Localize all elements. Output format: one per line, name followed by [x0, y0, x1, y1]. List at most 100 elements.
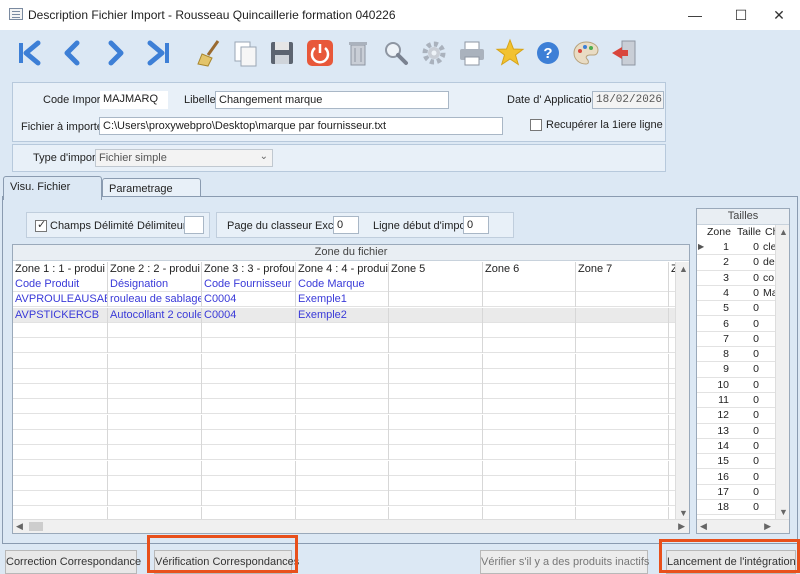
tailles-cell[interactable] [763, 439, 775, 454]
list-item[interactable]: 14 0 [697, 439, 775, 455]
ligne-debut-input[interactable]: 0 [463, 216, 489, 234]
table-cell[interactable] [389, 307, 483, 323]
last-icon[interactable] [142, 36, 174, 70]
grid-header-cell[interactable]: Zone 5 [389, 262, 483, 277]
grid-header-cell[interactable]: Zone 7 [576, 262, 669, 277]
verifier-produits-inactifs-button[interactable]: Vérifier s'il y a des produits inactifs [480, 550, 649, 574]
list-item[interactable]: 16 0 [697, 470, 775, 485]
table-cell[interactable] [108, 460, 202, 476]
table-cell[interactable] [202, 368, 296, 384]
tailles-cell[interactable]: co [763, 271, 775, 286]
table-cell[interactable]: Code Fournisseur (Fo [202, 277, 296, 292]
tailles-cell[interactable]: 16 [707, 470, 729, 485]
list-item[interactable]: 80 [697, 347, 775, 363]
table-row[interactable] [13, 353, 676, 369]
grid-vertical-scrollbar[interactable]: ▲ ▼ [675, 262, 689, 520]
tailles-cell[interactable]: cle [763, 240, 775, 255]
first-icon[interactable] [14, 36, 46, 70]
table-cell[interactable]: Exemple2 [296, 307, 389, 323]
next-icon[interactable] [100, 36, 132, 70]
table-cell[interactable] [13, 445, 108, 461]
tailles-cell[interactable]: 3 [707, 271, 729, 286]
previous-icon[interactable] [56, 36, 88, 70]
table-cell[interactable] [576, 414, 669, 430]
scroll-left-icon[interactable]: ◀ [700, 521, 707, 532]
table-cell[interactable] [13, 475, 108, 491]
scroll-left-icon[interactable]: ◀ [16, 521, 23, 532]
list-item[interactable]: 18 0 [697, 500, 775, 516]
tailles-cell[interactable] [763, 301, 775, 316]
table-row[interactable]: AVPROULEAUSABL rouleau de sablage C0004 Exe… [13, 292, 676, 308]
table-cell[interactable] [483, 322, 576, 338]
table-cell[interactable]: C0004 [202, 292, 296, 308]
tailles-grid[interactable]: Tailles Zone Taille Ch 10cle▶20de30co40M… [696, 208, 790, 534]
list-item[interactable]: 60 [697, 317, 775, 332]
tailles-horizontal-scrollbar[interactable]: ◀ ▶ [697, 519, 789, 533]
delimiteur-input[interactable] [184, 216, 204, 234]
grid-header-cell[interactable]: Zone 1 : 1 - produi [13, 262, 108, 277]
tailles-cell[interactable] [763, 393, 775, 408]
table-cell[interactable] [389, 475, 483, 491]
table-cell[interactable] [296, 338, 389, 354]
table-row[interactable] [13, 322, 676, 338]
table-cell[interactable] [483, 338, 576, 354]
tailles-header-cell[interactable]: Ch [765, 225, 775, 240]
table-cell[interactable] [202, 491, 296, 507]
table-cell[interactable] [202, 338, 296, 354]
table-cell[interactable] [13, 322, 108, 338]
list-item[interactable]: 17 0 [697, 485, 775, 501]
table-cell[interactable] [202, 384, 296, 400]
table-cell[interactable] [576, 353, 669, 369]
table-cell[interactable]: rouleau de sablage [108, 292, 202, 308]
tailles-cell[interactable]: 0 [733, 408, 759, 423]
tailles-cell[interactable]: 0 [733, 378, 759, 393]
tailles-cell[interactable] [763, 378, 775, 393]
table-cell[interactable] [389, 384, 483, 400]
table-cell[interactable] [483, 368, 576, 384]
table-cell[interactable] [389, 445, 483, 461]
table-cell[interactable] [389, 353, 483, 369]
table-cell[interactable] [296, 322, 389, 338]
table-cell[interactable] [576, 399, 669, 415]
close-button[interactable]: ✕ [756, 0, 800, 30]
tailles-cell[interactable]: 14 [707, 439, 729, 454]
table-cell[interactable] [202, 475, 296, 491]
tailles-cell[interactable]: 0 [733, 317, 759, 332]
grid-header-cell[interactable]: Zone 6 [483, 262, 576, 277]
table-cell[interactable] [296, 445, 389, 461]
table-cell[interactable] [202, 460, 296, 476]
tailles-cell[interactable]: 15 [707, 454, 729, 469]
table-cell[interactable] [13, 414, 108, 430]
table-cell[interactable] [483, 475, 576, 491]
grid-header-cell[interactable]: Zone 2 : 2 - produi [108, 262, 202, 277]
table-cell[interactable] [108, 475, 202, 491]
trash-icon[interactable] [342, 36, 374, 70]
save-icon[interactable] [266, 36, 298, 70]
table-cell[interactable] [13, 399, 108, 415]
tailles-cell[interactable] [763, 470, 775, 485]
table-cell[interactable] [202, 445, 296, 461]
table-cell[interactable] [13, 368, 108, 384]
table-cell[interactable] [576, 445, 669, 461]
table-row[interactable]: Code Produit Désignation Code Fournisseur … [13, 277, 676, 292]
tailles-cell[interactable] [763, 424, 775, 439]
tailles-cell[interactable]: 11 [707, 393, 729, 408]
tailles-cell[interactable]: 0 [733, 240, 759, 255]
search-icon[interactable] [380, 36, 412, 70]
tailles-cell[interactable]: 9 [707, 362, 729, 377]
code-import-input[interactable]: MAJMARQ [100, 91, 168, 109]
tailles-cell[interactable]: 0 [733, 271, 759, 286]
correction-correspondance-button[interactable]: Correction Correspondance [5, 550, 141, 574]
tailles-cell[interactable]: 0 [733, 362, 759, 377]
table-cell[interactable] [389, 368, 483, 384]
table-row[interactable] [13, 491, 676, 507]
table-cell[interactable]: AVPROULEAUSABL [13, 292, 108, 308]
table-cell[interactable] [296, 353, 389, 369]
table-cell[interactable] [483, 353, 576, 369]
table-cell[interactable] [389, 338, 483, 354]
table-cell[interactable] [108, 322, 202, 338]
tailles-cell[interactable]: 2 [707, 255, 729, 270]
print-icon[interactable] [456, 36, 488, 70]
table-cell[interactable] [389, 399, 483, 415]
tailles-cell[interactable]: 0 [733, 424, 759, 439]
